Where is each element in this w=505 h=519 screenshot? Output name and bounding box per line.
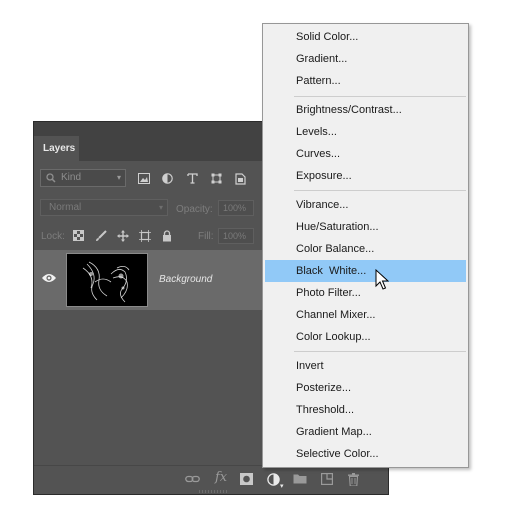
fill-field[interactable]: 100% [218, 228, 254, 244]
fx-layer-style-icon[interactable]: fx [215, 470, 227, 485]
opacity-field[interactable]: 100% [218, 200, 254, 216]
layer-thumbnail[interactable] [66, 253, 148, 307]
menu-item-invert[interactable]: Invert [265, 355, 466, 377]
menu-item-vibrance[interactable]: Vibrance... [265, 194, 466, 216]
menu-separator [294, 96, 466, 97]
adjustment-layer-filter-icon[interactable] [162, 173, 173, 184]
lock-position-icon[interactable] [117, 230, 129, 242]
lock-label: Lock: [41, 231, 65, 242]
tab-layers[interactable]: Layers [34, 136, 79, 161]
menu-separator [294, 190, 466, 191]
link-layers-icon[interactable] [185, 473, 200, 485]
menu-item-curves[interactable]: Curves... [265, 143, 466, 165]
menu-item-pattern[interactable]: Pattern... [265, 70, 466, 92]
new-layer-icon[interactable] [321, 473, 333, 485]
chevron-down-icon: ▾ [116, 173, 121, 182]
add-layer-mask-icon[interactable] [240, 473, 253, 485]
menu-item-exposure[interactable]: Exposure... [265, 165, 466, 187]
blend-mode-dropdown[interactable]: Normal ▾ [40, 199, 168, 216]
lock-image-pixels-icon[interactable] [95, 230, 107, 242]
blend-mode-value: Normal [49, 202, 82, 213]
new-group-folder-icon[interactable] [293, 473, 307, 484]
filter-kind-label: Kind [61, 172, 82, 183]
trash-delete-layer-icon[interactable] [348, 473, 359, 486]
chevron-down-icon: ▾ [158, 203, 163, 212]
menu-item-posterize[interactable]: Posterize... [265, 377, 466, 399]
menu-item-levels[interactable]: Levels... [265, 121, 466, 143]
smoke-image [82, 261, 130, 303]
new-adjustment-layer-icon[interactable] [267, 473, 280, 486]
fill-label: Fill: [198, 231, 214, 242]
layer-name[interactable]: Background [159, 274, 212, 285]
smart-object-filter-icon[interactable] [235, 173, 246, 185]
eye-visibility-icon[interactable] [41, 272, 57, 284]
layers-bottom-toolbar: fx ▾ [34, 465, 388, 494]
menu-item-channel-mixer[interactable]: Channel Mixer... [265, 304, 466, 326]
menu-item-hue-saturation[interactable]: Hue/Saturation... [265, 216, 466, 238]
shape-layer-filter-icon[interactable] [211, 173, 222, 184]
mouse-pointer-icon [375, 269, 389, 290]
lock-all-icon[interactable] [162, 230, 172, 242]
lock-artboard-icon[interactable] [139, 230, 151, 242]
menu-item-photo-filter[interactable]: Photo Filter... [265, 282, 466, 304]
menu-item-brightness-contrast[interactable]: Brightness/Contrast... [265, 99, 466, 121]
lock-transparent-pixels-icon[interactable] [73, 230, 84, 241]
resize-grip[interactable] [199, 490, 229, 493]
submenu-indicator-icon: ▾ [280, 483, 284, 490]
menu-item-black-white[interactable]: Black White... [265, 260, 466, 282]
pixel-layer-filter-icon[interactable] [138, 173, 150, 184]
menu-separator [294, 351, 466, 352]
new-adjustment-layer-menu: Solid Color... Gradient... Pattern... Br… [262, 23, 469, 468]
menu-item-threshold[interactable]: Threshold... [265, 399, 466, 421]
menu-item-gradient[interactable]: Gradient... [265, 48, 466, 70]
menu-item-color-lookup[interactable]: Color Lookup... [265, 326, 466, 348]
filter-kind-dropdown[interactable]: Kind ▾ [40, 169, 126, 187]
search-icon [46, 173, 56, 183]
type-layer-filter-icon[interactable] [187, 173, 198, 184]
opacity-label: Opacity: [176, 204, 213, 215]
menu-item-selective-color[interactable]: Selective Color... [265, 443, 466, 465]
menu-item-solid-color[interactable]: Solid Color... [265, 26, 466, 48]
menu-item-color-balance[interactable]: Color Balance... [265, 238, 466, 260]
menu-item-gradient-map[interactable]: Gradient Map... [265, 421, 466, 443]
